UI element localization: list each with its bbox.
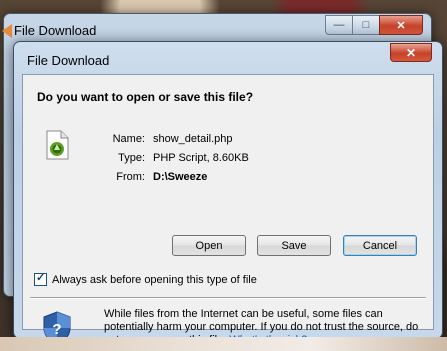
dialog-title: File Download [27, 53, 110, 68]
file-name-row: Name: show_detail.php [103, 133, 233, 145]
type-label: Type: [118, 152, 145, 164]
maximize-button[interactable]: □ [352, 15, 380, 35]
minimize-button[interactable]: — [325, 15, 353, 35]
background-window-title: File Download [14, 23, 97, 38]
file-from-row: From: D:\Sweeze [103, 171, 207, 183]
window-controls: — □ ✕ [325, 15, 423, 35]
php-script-file-icon [46, 130, 69, 160]
dialog-client-area: Do you want to open or save this file? N… [22, 74, 434, 346]
dialog-close-button[interactable]: ✕ [390, 43, 432, 62]
svg-text:?: ? [52, 321, 61, 338]
cancel-button[interactable]: Cancel [343, 235, 417, 256]
from-value: D:\Sweeze [153, 171, 208, 183]
dialog-question: Do you want to open or save this file? [37, 90, 254, 104]
app-icon [2, 24, 12, 38]
desktop-bottom-strip [0, 337, 447, 351]
file-type-row: Type: PHP Script, 8.60KB [103, 152, 249, 164]
save-button[interactable]: Save [257, 235, 331, 256]
type-value: PHP Script, 8.60KB [153, 152, 249, 164]
divider [30, 297, 426, 299]
always-ask-label[interactable]: Always ask before opening this type of f… [52, 274, 257, 286]
open-button[interactable]: Open [172, 235, 246, 256]
name-label: Name: [112, 133, 145, 145]
always-ask-checkbox[interactable] [34, 271, 47, 286]
always-ask-checkbox-row[interactable]: Always ask before opening this type of f… [34, 271, 257, 286]
close-button[interactable]: ✕ [379, 15, 423, 35]
name-value: show_detail.php [153, 133, 233, 145]
file-download-dialog: File Download ✕ Do you want to open or s… [13, 41, 443, 346]
from-label: From: [116, 171, 145, 183]
